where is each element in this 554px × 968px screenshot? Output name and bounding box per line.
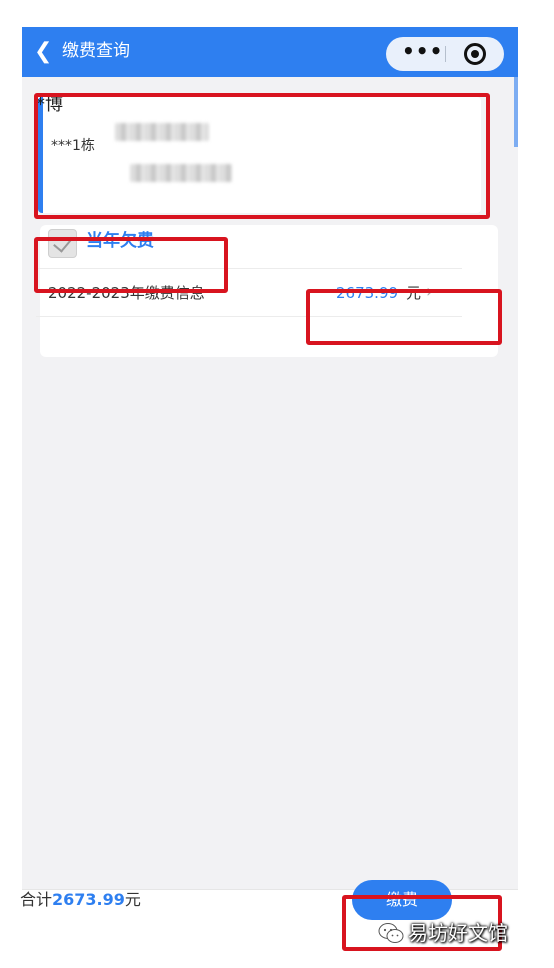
highlight-box-section <box>34 237 228 293</box>
page-title: 缴费查询 <box>62 41 130 61</box>
miniprogram-capsule: ••• <box>386 37 504 71</box>
highlight-box-amount <box>306 289 502 345</box>
back-chevron-icon[interactable]: ❮ <box>34 40 54 64</box>
nav-bar: ❮ 缴费查询 ••• <box>22 27 518 77</box>
wechat-icon <box>378 923 404 943</box>
capsule-divider <box>445 46 446 62</box>
total-suffix: 元 <box>124 890 141 909</box>
watermark-text: 易坊好文馆 <box>408 921 508 945</box>
total-amount: 2673.99 <box>52 890 125 909</box>
scroll-indicator <box>514 77 518 147</box>
watermark: 易坊好文馆 <box>378 918 538 952</box>
highlight-box-user <box>34 93 490 219</box>
total-summary: 合计2673.99元 <box>20 888 141 912</box>
total-prefix: 合计 <box>20 890 53 909</box>
close-target-icon[interactable] <box>464 43 486 65</box>
more-dots-icon[interactable]: ••• <box>402 37 442 71</box>
